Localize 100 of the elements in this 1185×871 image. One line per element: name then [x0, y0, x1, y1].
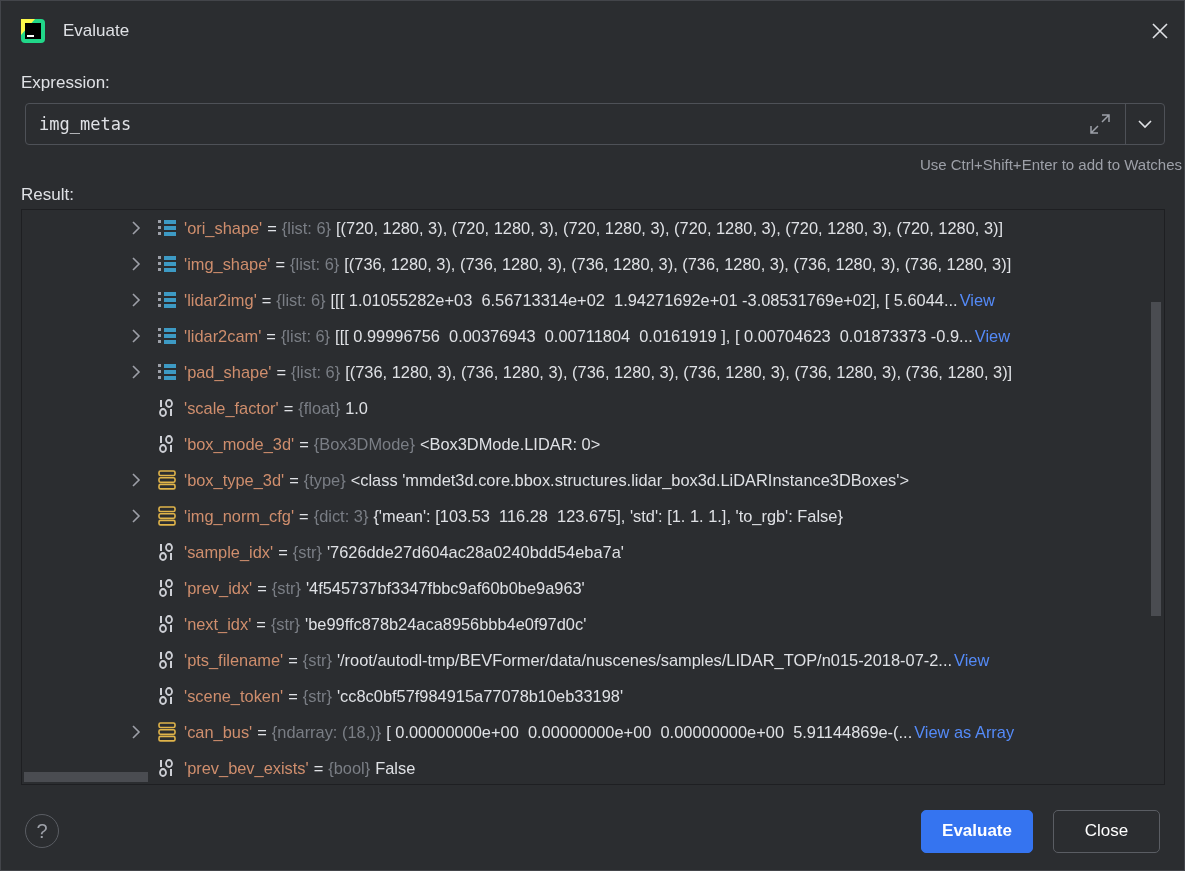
variable-value: [(720, 1280, 3), (720, 1280, 3), (720, 1280, 3), (720, 1280, 3), (720, 1280, 3), (720, 1280, 3)] [336, 218, 1004, 238]
variable-value: 1.0 [345, 398, 368, 418]
dropdown-icon[interactable] [1138, 119, 1152, 129]
variable-type: {str} [270, 614, 301, 634]
variable-name: 'scale_factor' [184, 398, 279, 418]
variable-name: 'lidar2cam' [184, 326, 262, 346]
variable-value: {'mean': [103.53 116.28 123.675], 'std': [1. 1. 1.], 'to_rgb': False} [373, 506, 843, 526]
variable-name: 'pts_filename' [184, 650, 284, 670]
variable-type: {str} [292, 542, 322, 562]
view-link[interactable]: View as Array [914, 722, 1015, 742]
equals-sign: = [257, 722, 267, 742]
variable-type: {list: 6} [281, 218, 332, 238]
equals-sign: = [278, 542, 288, 562]
equals-sign: = [256, 614, 266, 634]
variable-value: [(736, 1280, 3), (736, 1280, 3), (736, 1280, 3), (736, 1280, 3), (736, 1280, 3), (736, 1280, 3)] [344, 254, 1012, 274]
list-icon [158, 327, 176, 345]
variable-value: [[[ 1.01055282e+03 6.56713314e+02 1.94271692e+01 -3.08531769e+02], [ 5.6044... [330, 290, 958, 310]
list-icon [158, 255, 176, 273]
variable-value: 'cc8c0bf57f984915a77078b10eb33198' [336, 686, 624, 706]
variable-value: [ 0.00000000e+00 0.00000000e+00 0.00000000e+00 5.91144869e-(... [386, 722, 913, 742]
expression-label: Expression: [21, 73, 110, 93]
stack-icon [158, 722, 176, 742]
chevron-icon[interactable] [130, 365, 142, 379]
evaluate-button[interactable]: Evaluate [921, 809, 1033, 853]
variable-value: False [375, 758, 416, 778]
variable-name: 'pad_shape' [184, 362, 272, 382]
variable-name: 'lidar2img' [184, 290, 257, 310]
chevron-icon[interactable] [130, 257, 142, 271]
list-icon [158, 363, 176, 381]
variable-value: '4f545737bf3347fbbc9af60b0be9a963' [305, 578, 585, 598]
binary-icon [158, 579, 176, 597]
equals-sign: = [299, 506, 309, 526]
variable-name: 'img_shape' [184, 254, 271, 274]
variable-name: 'ori_shape' [184, 218, 263, 238]
chevron-icon[interactable] [130, 329, 142, 343]
variable-value: <class 'mmdet3d.core.bbox.structures.lidar_box3d.LiDARInstance3DBoxes'> [350, 470, 909, 490]
variable-name: 'prev_bev_exists' [184, 758, 309, 778]
equals-sign: = [261, 290, 272, 310]
variable-type: {list: 6} [276, 290, 326, 310]
equals-sign: = [288, 686, 298, 706]
equals-sign: = [283, 398, 294, 418]
equals-sign: = [288, 650, 298, 670]
variable-type: {list: 6} [280, 326, 331, 346]
equals-sign: = [289, 470, 299, 490]
result-label: Result: [21, 185, 74, 205]
chevron-icon[interactable] [130, 293, 142, 307]
binary-icon [158, 615, 176, 633]
binary-icon [158, 687, 176, 705]
variable-type: {str} [302, 650, 332, 670]
variable-name: 'prev_idx' [184, 578, 253, 598]
equals-sign: = [299, 434, 309, 454]
list-icon [158, 291, 176, 309]
binary-icon [158, 759, 176, 777]
variable-type: {Box3DMode} [313, 434, 415, 454]
variable-type: {str} [271, 578, 301, 598]
stack-icon [158, 506, 176, 526]
close-button[interactable]: Close [1053, 809, 1160, 853]
view-link[interactable]: View [954, 650, 990, 670]
variable-value: '/root/autodl-tmp/BEVFormer/data/nuscenes/samples/LIDAR_TOP/n015-2018-07-2... [336, 650, 952, 670]
variable-name: 'scene_token' [184, 686, 284, 706]
variable-value: [(736, 1280, 3), (736, 1280, 3), (736, 1280, 3), (736, 1280, 3), (736, 1280, 3), (736, 1280, 3)] [345, 362, 1013, 382]
chevron-icon[interactable] [130, 509, 142, 523]
variable-value: <Box3DMode.LIDAR: 0> [419, 434, 601, 454]
variable-name: 'sample_idx' [184, 542, 274, 562]
variable-type: {str} [302, 686, 332, 706]
variable-type: {bool} [328, 758, 371, 778]
equals-sign: = [275, 254, 286, 274]
binary-icon [158, 543, 176, 561]
equals-sign: = [266, 326, 276, 346]
chevron-icon[interactable] [130, 221, 142, 235]
stack-icon [158, 470, 176, 490]
horizontal-scrollbar[interactable] [24, 772, 148, 782]
variable-value: [[[ 0.99996756 0.00376943 0.00711804 0.0161919 ], [ 0.00704623 0.01873373 -0.9... [335, 326, 973, 346]
variable-name: 'box_type_3d' [184, 470, 285, 490]
variable-value: 'be99ffc878b24aca8956bbb4e0f97d0c' [305, 614, 587, 634]
variable-value: '7626dde27d604ac28a0240bdd54eba7a' [326, 542, 624, 562]
equals-sign: = [313, 758, 324, 778]
binary-icon [158, 651, 176, 669]
variable-name: 'next_idx' [184, 614, 252, 634]
variable-type: {type} [303, 470, 346, 490]
view-link[interactable]: View [959, 290, 995, 310]
variable-name: 'box_mode_3d' [184, 434, 295, 454]
variable-type: {dict: 3} [313, 506, 369, 526]
window-title: Evaluate [63, 21, 131, 41]
vertical-scrollbar[interactable] [1151, 302, 1161, 616]
chevron-icon[interactable] [130, 473, 142, 487]
binary-icon [158, 399, 176, 417]
expand-icon[interactable] [1089, 113, 1111, 135]
variable-type: {list: 6} [290, 362, 341, 382]
expression-field[interactable]: img_metas [25, 103, 1165, 145]
variable-type: {ndarray: (18,)} [271, 722, 382, 742]
variable-name: 'can_bus' [184, 722, 253, 742]
view-link[interactable]: View [974, 326, 1010, 346]
close-icon[interactable] [1152, 23, 1168, 39]
equals-sign: = [276, 362, 286, 382]
variable-name: 'img_norm_cfg' [184, 506, 295, 526]
equals-sign: = [267, 218, 277, 238]
app-logo-icon [21, 19, 45, 43]
binary-icon [158, 435, 176, 453]
chevron-icon[interactable] [130, 725, 142, 739]
